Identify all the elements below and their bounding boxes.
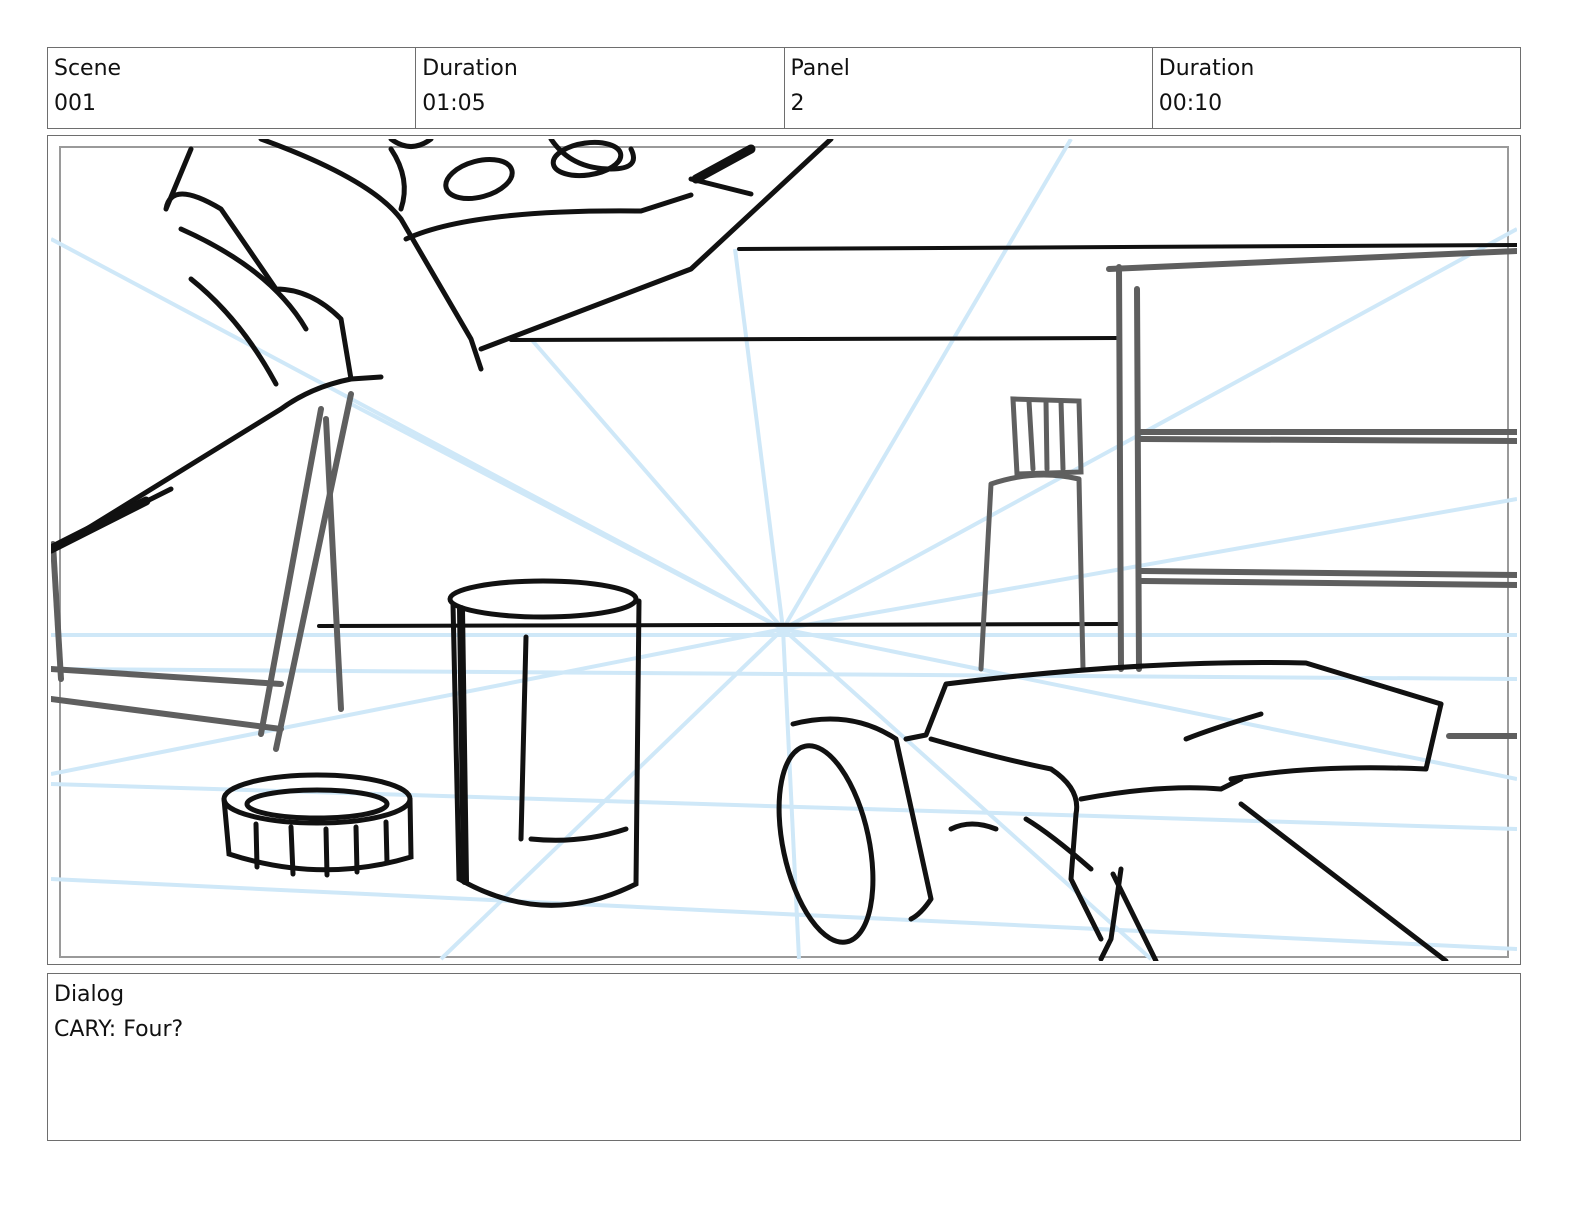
dialog-text: CARY: Four? (54, 1017, 184, 1042)
scene-duration-cell: Duration 01:05 (416, 48, 785, 128)
scene-cell: Scene 001 (48, 48, 417, 128)
dialog-box: Dialog CARY: Four? (47, 973, 1521, 1141)
inner-frame-guide (59, 146, 1509, 958)
scene-label: Scene (54, 56, 122, 81)
storyboard-frame (47, 135, 1521, 965)
storyboard-sketch (51, 139, 1517, 961)
panel-header: Scene 001 Duration 01:05 Panel 2 Duratio… (47, 47, 1521, 129)
stand-sketch (51, 391, 354, 752)
panel-value: 2 (790, 91, 805, 116)
panel-duration-cell: Duration 00:10 (1153, 48, 1520, 128)
dialog-label: Dialog (54, 982, 125, 1007)
hand-sketch (51, 139, 834, 554)
scene-duration-value: 01:05 (422, 91, 486, 116)
panel-label: Panel (790, 56, 850, 81)
scene-value: 001 (54, 91, 96, 116)
background-lines (317, 243, 1517, 628)
scene-duration-label: Duration (422, 56, 518, 81)
panel-duration-label: Duration (1158, 56, 1255, 81)
bottle-sketch (978, 396, 1086, 672)
panel-cell: Panel 2 (785, 48, 1153, 128)
panel-duration-value: 00:10 (1158, 91, 1223, 116)
